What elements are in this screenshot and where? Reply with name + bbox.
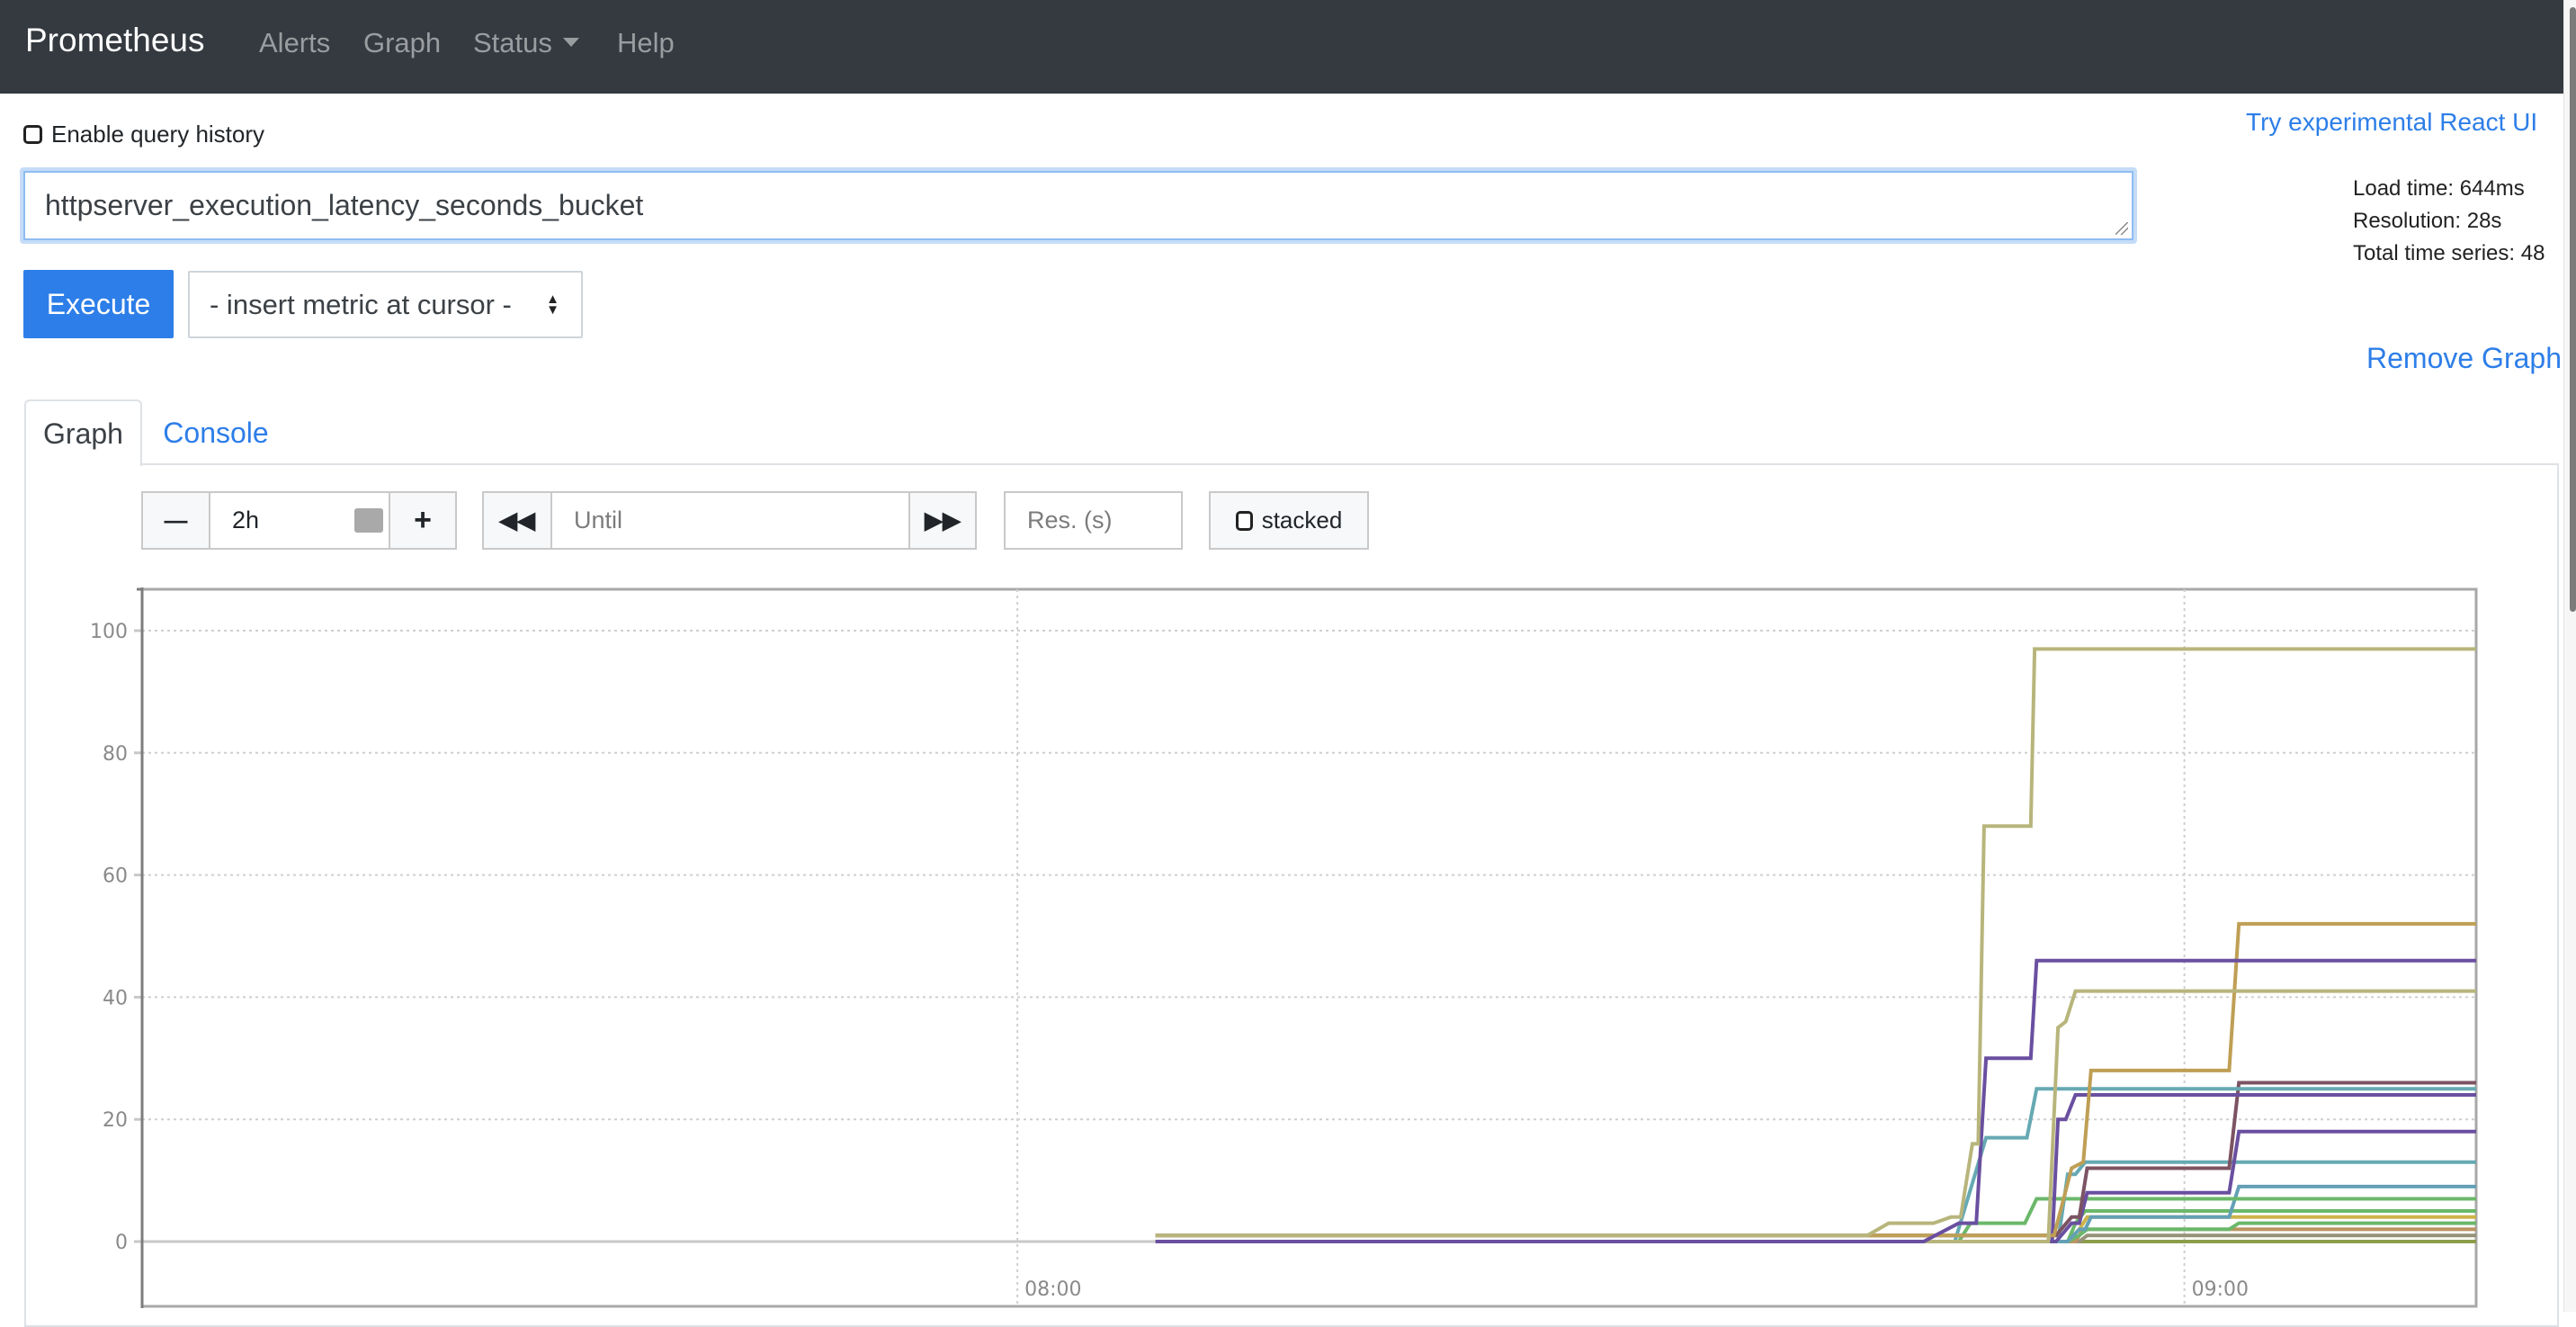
plus-icon: + [414, 503, 432, 537]
until-input[interactable]: Until [550, 491, 910, 550]
stacked-checkbox [1235, 510, 1253, 531]
y-tick-label: 100 [90, 621, 128, 643]
resolution: Resolution: 28s [2353, 209, 2502, 233]
nav-status[interactable]: Status [473, 27, 579, 59]
nav-help[interactable]: Help [617, 27, 675, 59]
try-react-ui-link[interactable]: Try experimental React UI [2246, 108, 2537, 137]
load-time: Load time: 644ms [2353, 176, 2525, 201]
y-tick-label: 20 [103, 1109, 128, 1132]
query-stats: Load time: 644ms Resolution: 28s Total t… [2353, 173, 2545, 270]
id-card-icon[interactable] [354, 508, 383, 533]
insert-metric-selected: - insert metric at cursor - [210, 288, 512, 320]
select-arrows-icon: ▲ ▼ [546, 291, 559, 318]
y-tick-label: 0 [115, 1232, 128, 1254]
backward-icon: ◀◀ [499, 507, 535, 533]
forward-icon: ▶▶ [925, 507, 961, 533]
resolution-placeholder: Res. (s) [1027, 507, 1113, 533]
nav-alerts[interactable]: Alerts [259, 27, 330, 59]
range-input[interactable]: 2h [209, 491, 390, 550]
resize-grip-icon[interactable] [2115, 222, 2128, 235]
range-increase-button[interactable]: + [389, 491, 457, 550]
nav-graph[interactable]: Graph [363, 27, 441, 59]
scrollbar-thumb[interactable] [2570, 7, 2576, 612]
range-decrease-button[interactable]: — [141, 491, 210, 550]
nav-status-label: Status [473, 27, 552, 58]
tab-console[interactable]: Console [144, 399, 288, 466]
query-history-label: Enable query history [51, 121, 265, 148]
query-history-toggle[interactable]: Enable query history [23, 121, 264, 148]
x-tick-label: 08:00 [1024, 1278, 1081, 1301]
navbar: Prometheus Alerts Graph Status Help [0, 0, 2576, 94]
until-placeholder: Until [574, 507, 623, 533]
stacked-label: stacked [1261, 507, 1343, 533]
execute-button[interactable]: Execute [23, 270, 174, 338]
x-tick-label: 09:00 [2192, 1278, 2249, 1301]
query-history-checkbox[interactable] [23, 125, 42, 144]
time-forward-button[interactable]: ▶▶ [908, 491, 977, 550]
brand-logo[interactable]: Prometheus [25, 22, 205, 59]
remove-graph-link[interactable]: Remove Graph [2366, 342, 2562, 375]
minus-icon: — [164, 507, 188, 533]
query-input-focus-ring: httpserver_execution_latency_seconds_buc… [20, 167, 2137, 244]
y-tick-label: 80 [103, 743, 128, 766]
resolution-input[interactable]: Res. (s) [1004, 491, 1183, 550]
stacked-toggle-button[interactable]: stacked [1209, 491, 1369, 550]
insert-metric-select[interactable]: - insert metric at cursor - ▲ ▼ [188, 271, 583, 338]
time-back-button[interactable]: ◀◀ [482, 491, 552, 550]
y-tick-label: 60 [103, 865, 128, 888]
y-tick-label: 40 [103, 987, 128, 1009]
caret-down-icon [562, 38, 579, 47]
expression-input[interactable]: httpserver_execution_latency_seconds_buc… [23, 171, 2133, 240]
tab-graph[interactable]: Graph [24, 399, 142, 466]
total-time-series: Total time series: 48 [2353, 241, 2545, 265]
range-value: 2h [232, 507, 260, 533]
